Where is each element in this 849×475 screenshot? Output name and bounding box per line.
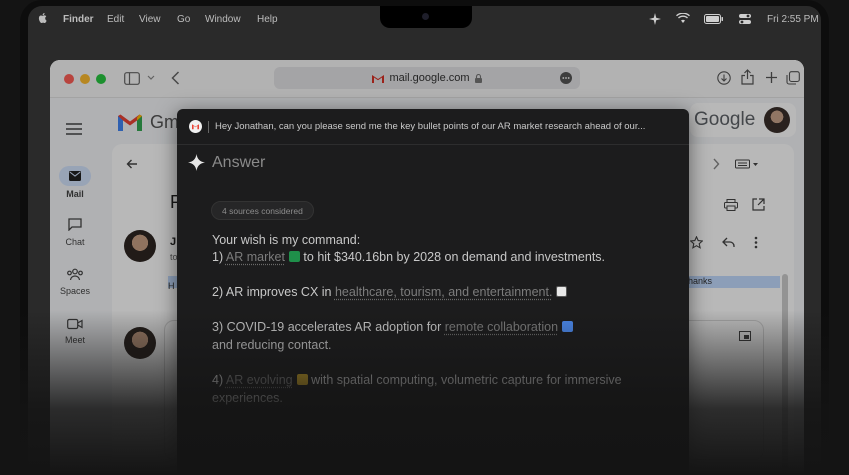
prompt-text[interactable]: Hey Jonathan, can you please send me the… (215, 121, 685, 132)
ai-answer-panel: Hey Jonathan, can you please send me the… (177, 109, 689, 475)
chevron-down-icon[interactable] (147, 75, 155, 81)
back-arrow-icon[interactable] (126, 158, 138, 170)
snippet-end: hanks (688, 276, 713, 286)
lock-icon (474, 73, 482, 83)
answer-point-3: 3) COVID-19 accelerates AR adoption for … (212, 320, 574, 334)
nav-label-meet: Meet (64, 335, 85, 345)
mail-icon (69, 171, 81, 181)
gmail-source-icon (189, 120, 202, 133)
snippet-highlight-right: hanks (684, 276, 780, 288)
address-bar[interactable]: mail.google.com (274, 67, 580, 89)
sidebar-toggle-icon[interactable] (124, 72, 140, 85)
prompt-header: Hey Jonathan, can you please send me the… (177, 109, 689, 145)
download-icon[interactable] (717, 71, 731, 85)
browser-toolbar: mail.google.com (50, 60, 804, 98)
answer-point-3-cont: and reducing contact. (212, 338, 332, 352)
sources-badge[interactable]: 4 sources considered (211, 201, 314, 220)
nav-label-mail: Mail (66, 189, 84, 199)
spaces-icon (67, 268, 83, 281)
answer-title: Answer (212, 154, 266, 171)
open-new-window-icon[interactable] (752, 198, 765, 211)
camera-notch (380, 6, 472, 28)
nav-item-meet[interactable]: Meet (50, 318, 100, 345)
answer-point-1: 1) AR market to hit $340.16bn by 2028 on… (212, 250, 605, 264)
wifi-icon[interactable] (676, 13, 690, 24)
gmail-left-nav: Mail Chat Spaces Meet (50, 98, 100, 475)
minimize-window-button[interactable] (80, 74, 90, 84)
menu-help[interactable]: Help (257, 14, 278, 25)
nav-label-spaces: Spaces (59, 286, 91, 296)
ar-evolving-link[interactable]: AR evolving (226, 373, 293, 387)
google-logo[interactable]: Google (694, 109, 755, 131)
close-window-button[interactable] (64, 74, 74, 84)
point-3-text: 3) COVID-19 accelerates AR adoption for (212, 320, 445, 334)
input-tools-icon[interactable] (735, 159, 759, 169)
point-4-prefix: 4) (212, 373, 226, 387)
menu-window[interactable]: Window (205, 14, 241, 25)
hamburger-menu-icon[interactable] (66, 123, 82, 135)
sheets-icon[interactable] (288, 251, 300, 262)
page-menu-icon[interactable] (560, 72, 572, 84)
answer-point-2: 2) AR improves CX in healthcare, tourism… (212, 285, 568, 299)
reply-avatar (124, 327, 156, 359)
sender-avatar[interactable] (124, 230, 156, 262)
more-options-icon[interactable] (754, 236, 758, 249)
google-account-area: Google (690, 103, 796, 137)
nav-item-mail[interactable]: Mail (50, 166, 100, 199)
control-center-icon[interactable] (739, 13, 751, 25)
answer-point-4: 4) AR evolving with spatial computing, v… (212, 373, 622, 387)
point-1-prefix: 1) (212, 250, 226, 264)
menubar-clock[interactable]: Fri 2:55 PM (767, 14, 819, 25)
gmail-title: Gm (150, 112, 179, 132)
nav-label-chat: Chat (65, 237, 85, 247)
sources-text: 4 sources considered (222, 205, 303, 216)
ar-market-link[interactable]: AR market (226, 250, 285, 264)
answer-intro: Your wish is my command: (212, 233, 361, 247)
gmail-logo-icon[interactable] (118, 114, 142, 132)
menu-finder[interactable]: Finder (63, 14, 94, 25)
notion-icon[interactable] (556, 286, 568, 297)
point-4-text: with spatial computing, volumetric captu… (307, 373, 622, 387)
zoom-window-button[interactable] (96, 74, 106, 84)
menu-view[interactable]: View (139, 14, 161, 25)
sparkle-icon[interactable] (649, 13, 661, 25)
sender-name: J (170, 236, 177, 248)
back-icon[interactable] (171, 71, 180, 85)
url-text: mail.google.com (389, 72, 470, 84)
next-arrow-icon[interactable] (712, 158, 720, 170)
scrollbar[interactable] (782, 274, 788, 474)
menu-edit[interactable]: Edit (107, 14, 124, 25)
reply-icon[interactable] (722, 237, 735, 248)
battery-icon[interactable] (704, 14, 724, 24)
prompt-cursor (208, 120, 209, 133)
account-avatar[interactable] (764, 107, 790, 133)
nav-item-chat[interactable]: Chat (50, 218, 100, 247)
meet-icon (67, 318, 83, 330)
sparkle-answer-icon (188, 154, 205, 171)
chat-icon (68, 218, 82, 232)
menu-go[interactable]: Go (177, 14, 190, 25)
docs-icon[interactable] (562, 321, 574, 332)
slides-icon[interactable] (296, 374, 308, 385)
remote-collaboration-link[interactable]: remote collaboration (445, 320, 558, 334)
point-1-text: to hit $340.16bn by 2028 on demand and i… (299, 250, 606, 264)
point-2-text: 2) AR improves CX in (212, 285, 335, 299)
nav-item-spaces[interactable]: Spaces (50, 268, 100, 296)
snippet-start: H (168, 281, 175, 291)
camera-icon (422, 13, 429, 20)
apple-icon[interactable] (38, 12, 48, 24)
industries-link[interactable]: healthcare, tourism, and entertainment. (335, 285, 552, 299)
star-icon[interactable] (690, 236, 703, 249)
gmail-favicon-icon (372, 74, 385, 83)
share-icon[interactable] (741, 69, 754, 85)
menubar: Finder Edit View Go Window Help Fri 2:55… (28, 6, 821, 32)
new-tab-icon[interactable] (765, 71, 778, 84)
pop-out-icon[interactable] (739, 331, 751, 341)
tab-overview-icon[interactable] (786, 71, 800, 85)
answer-point-4-cont: experiences. (212, 391, 283, 405)
print-icon[interactable] (724, 199, 738, 211)
